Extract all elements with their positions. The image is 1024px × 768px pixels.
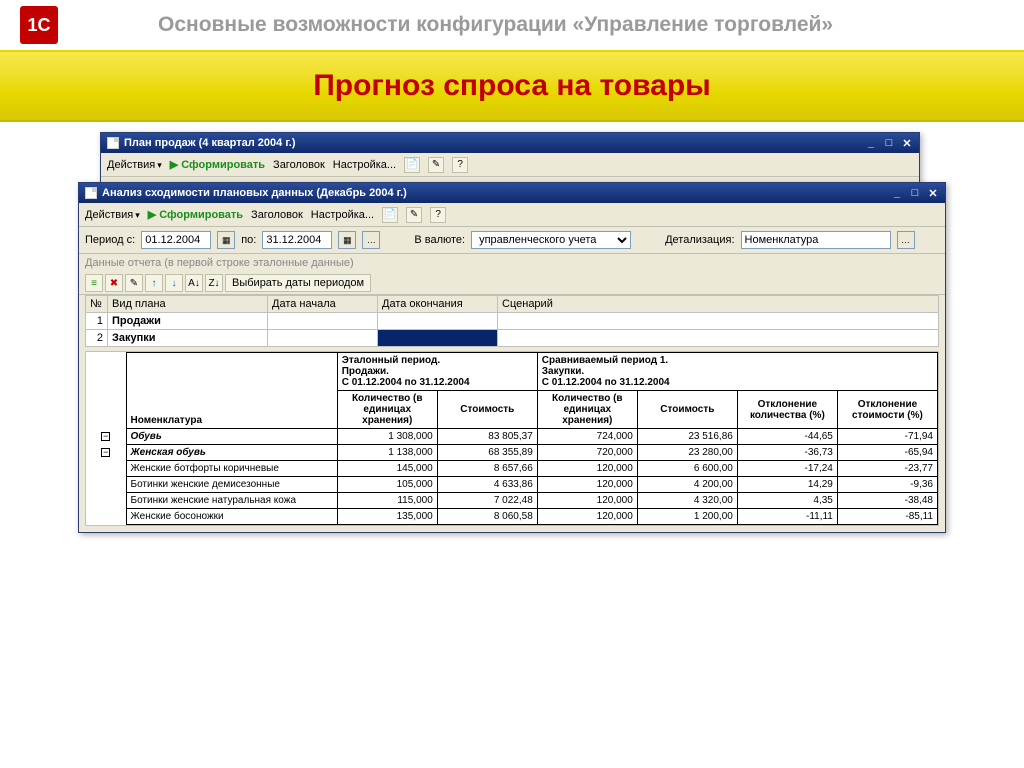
table-row[interactable]: Ботинки женские натуральная кожа115,0007… (86, 493, 938, 509)
window-title-back: План продаж (4 квартал 2004 г.) (124, 137, 296, 149)
filter-row: Период с: ▦ по: ▦ … В валюте: управленче… (79, 227, 945, 254)
detail-label: Детализация: (665, 234, 734, 246)
toolbar-icon-1[interactable]: 📄 (404, 157, 420, 173)
toolbar-icon-2[interactable]: ✎ (428, 157, 444, 173)
document-icon (85, 187, 97, 199)
toolbar-front: Действия ▶ Сформировать Заголовок Настро… (79, 203, 945, 227)
minimize-icon[interactable]: _ (865, 137, 877, 149)
period-dialog-button[interactable]: … (362, 231, 380, 249)
table-row[interactable]: Ботинки женские демисезонные105,0004 633… (86, 477, 938, 493)
move-up-button[interactable]: ↑ (145, 274, 163, 292)
table-row[interactable]: −Обувь1 308,00083 805,37724,00023 516,86… (86, 429, 938, 445)
table-row[interactable]: 2Закупки (86, 330, 939, 347)
slide-subtitle: Основные возможности конфигурации «Управ… (158, 13, 833, 37)
col-ref-period: Эталонный период. Продажи. С 01.12.2004 … (337, 353, 537, 391)
col-start: Дата начала (268, 296, 378, 313)
mini-toolbar: ≡ ✖ ✎ ↑ ↓ A↓ Z↓ Выбирать даты периодом (79, 272, 945, 295)
currency-label: В валюте: (414, 234, 465, 246)
logo-1c: 1C (20, 6, 58, 44)
close-icon[interactable]: ✕ (927, 187, 939, 199)
toolbar-icon-2[interactable]: ✎ (406, 207, 422, 223)
table-row[interactable]: −Женская обувь1 138,00068 355,89720,0002… (86, 445, 938, 461)
col-cost-cmp: Стоимость (637, 391, 737, 429)
sort-asc-button[interactable]: A↓ (185, 274, 203, 292)
table-row[interactable]: Женские ботфорты коричневые145,0008 657,… (86, 461, 938, 477)
col-cost-ref: Стоимость (437, 391, 537, 429)
edit-row-button[interactable]: ✎ (125, 274, 143, 292)
toolbar-back: Действия ▶ Сформировать Заголовок Настро… (101, 153, 919, 177)
close-icon[interactable]: ✕ (901, 137, 913, 149)
run-button[interactable]: ▶ Сформировать (170, 158, 265, 171)
slide-header: 1C Основные возможности конфигурации «Уп… (0, 0, 1024, 50)
report-table[interactable]: Номенклатура Эталонный период. Продажи. … (86, 352, 938, 525)
period-dates-button[interactable]: Выбирать даты периодом (225, 274, 371, 292)
delete-row-button[interactable]: ✖ (105, 274, 123, 292)
report-area: Номенклатура Эталонный период. Продажи. … (85, 351, 939, 526)
move-down-button[interactable]: ↓ (165, 274, 183, 292)
minimize-icon[interactable]: _ (891, 187, 903, 199)
col-qty-cmp: Количество (в единицах хранения) (537, 391, 637, 429)
actions-menu[interactable]: Действия (107, 159, 162, 171)
col-dev-cost: Отклонение стоимости (%) (837, 391, 937, 429)
settings-button[interactable]: Настройка... (311, 209, 374, 221)
actions-menu[interactable]: Действия (85, 209, 140, 221)
period-to-label: по: (241, 234, 256, 246)
col-num: № (86, 296, 108, 313)
period-to-input[interactable] (262, 231, 332, 249)
help-icon[interactable]: ? (452, 157, 468, 173)
window-title-front: Анализ сходимости плановых данных (Декаб… (102, 187, 407, 199)
sort-desc-button[interactable]: Z↓ (205, 274, 223, 292)
header-button[interactable]: Заголовок (251, 209, 303, 221)
col-cmp-period: Сравниваемый период 1. Закупки. С 01.12.… (537, 353, 937, 391)
col-end: Дата окончания (378, 296, 498, 313)
header-button[interactable]: Заголовок (273, 159, 325, 171)
period-from-input[interactable] (141, 231, 211, 249)
plan-grid[interactable]: № Вид плана Дата начала Дата окончания С… (85, 295, 939, 347)
table-row[interactable]: Женские босоножки135,0008 060,58120,0001… (86, 509, 938, 525)
currency-select[interactable]: управленческого учета (471, 231, 631, 249)
help-icon[interactable]: ? (430, 207, 446, 223)
window-titlebar-front[interactable]: Анализ сходимости плановых данных (Декаб… (79, 183, 945, 203)
tree-toggle-icon[interactable]: − (101, 448, 110, 457)
calendar-icon[interactable]: ▦ (338, 231, 356, 249)
col-dev-qty: Отклонение количества (%) (737, 391, 837, 429)
col-qty-ref: Количество (в единицах хранения) (337, 391, 437, 429)
section-label: Данные отчета (в первой строке эталонные… (79, 254, 945, 272)
document-icon (107, 137, 119, 149)
tree-toggle-icon[interactable]: − (101, 432, 110, 441)
maximize-icon[interactable]: □ (883, 137, 895, 149)
toolbar-icon-1[interactable]: 📄 (382, 207, 398, 223)
add-row-button[interactable]: ≡ (85, 274, 103, 292)
table-row[interactable]: 1Продажи (86, 313, 939, 330)
col-nomenclature: Номенклатура (126, 353, 337, 429)
period-from-label: Период с: (85, 234, 135, 246)
col-scenario: Сценарий (498, 296, 939, 313)
window-titlebar-back[interactable]: План продаж (4 квартал 2004 г.) _ □ ✕ (101, 133, 919, 153)
detail-input[interactable] (741, 231, 891, 249)
title-band: Прогноз спроса на товары (0, 50, 1024, 122)
window-analysis: Анализ сходимости плановых данных (Декаб… (78, 182, 946, 533)
settings-button[interactable]: Настройка... (333, 159, 396, 171)
col-type: Вид плана (108, 296, 268, 313)
run-button[interactable]: ▶ Сформировать (148, 208, 243, 221)
calendar-icon[interactable]: ▦ (217, 231, 235, 249)
maximize-icon[interactable]: □ (909, 187, 921, 199)
detail-dialog-button[interactable]: … (897, 231, 915, 249)
slide-title: Прогноз спроса на товары (313, 69, 711, 103)
